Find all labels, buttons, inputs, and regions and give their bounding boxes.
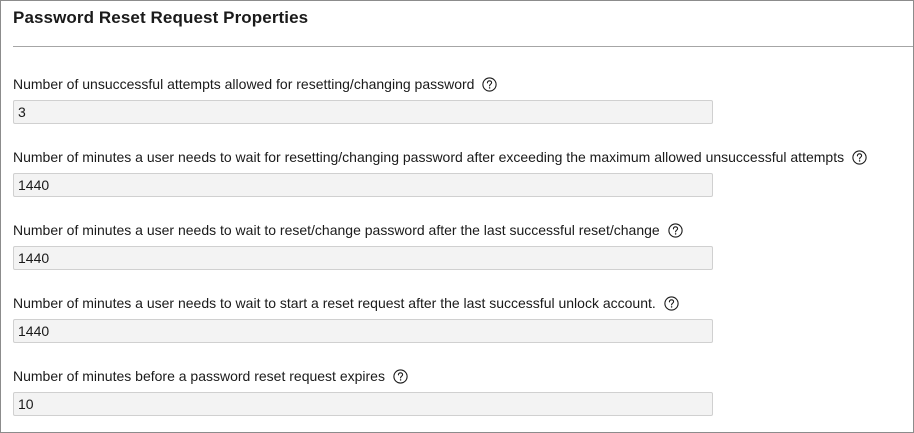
field-label: Number of unsuccessful attempts allowed … xyxy=(13,76,475,92)
wait-after-max-attempts-input[interactable] xyxy=(13,173,713,197)
field-label: Number of minutes a user needs to wait t… xyxy=(13,295,656,311)
field-wait-after-last-reset: Number of minutes a user needs to wait t… xyxy=(13,220,713,270)
field-label-row: Number of minutes a user needs to wait t… xyxy=(13,220,713,240)
field-label: Number of minutes before a password rese… xyxy=(13,368,385,384)
field-wait-after-max-attempts: Number of minutes a user needs to wait f… xyxy=(13,147,867,197)
field-label-row: Number of minutes a user needs to wait f… xyxy=(13,147,867,167)
help-icon[interactable] xyxy=(668,222,683,238)
help-icon[interactable] xyxy=(664,295,679,311)
field-label-row: Number of minutes a user needs to wait t… xyxy=(13,293,713,313)
unsuccessful-attempts-input[interactable] xyxy=(13,100,713,124)
reset-request-expiry-input[interactable] xyxy=(13,392,713,416)
wait-after-unlock-input[interactable] xyxy=(13,319,713,343)
help-icon[interactable] xyxy=(482,76,498,92)
field-label-row: Number of unsuccessful attempts allowed … xyxy=(13,74,713,94)
password-reset-properties-panel: Password Reset Request Properties Number… xyxy=(0,0,914,433)
field-unsuccessful-attempts: Number of unsuccessful attempts allowed … xyxy=(13,74,713,124)
section-divider xyxy=(13,46,913,47)
field-label: Number of minutes a user needs to wait t… xyxy=(13,222,660,238)
help-icon[interactable] xyxy=(852,149,867,165)
field-label: Number of minutes a user needs to wait f… xyxy=(13,149,845,165)
help-icon[interactable] xyxy=(393,368,408,384)
section-title: Password Reset Request Properties xyxy=(13,8,309,27)
wait-after-last-reset-input[interactable] xyxy=(13,246,713,270)
field-wait-after-unlock: Number of minutes a user needs to wait t… xyxy=(13,293,713,343)
field-label-row: Number of minutes before a password rese… xyxy=(13,366,713,386)
field-reset-request-expiry: Number of minutes before a password rese… xyxy=(13,366,713,416)
